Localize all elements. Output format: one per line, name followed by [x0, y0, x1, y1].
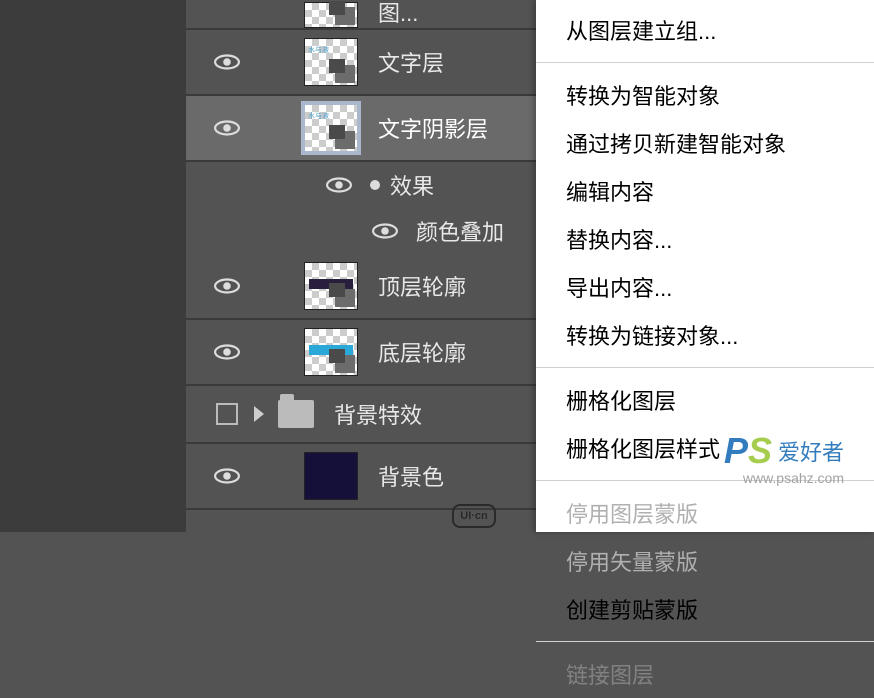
layer-row-bg-color[interactable]: 背景色	[186, 444, 536, 510]
menu-replace-contents[interactable]: 替换内容...	[536, 215, 874, 263]
menu-separator	[536, 62, 874, 63]
layer-row-text-shadow[interactable]: 水与液 文字阴影层	[186, 96, 536, 162]
eye-icon[interactable]	[372, 223, 398, 239]
layer-label: 图...	[378, 0, 418, 28]
layer-label: 背景特效	[334, 398, 422, 430]
layer-thumbnail[interactable]	[304, 262, 358, 310]
menu-new-smart-via-copy[interactable]: 通过拷贝新建智能对象	[536, 119, 874, 167]
menu-export-contents[interactable]: 导出内容...	[536, 263, 874, 311]
layer-label: 顶层轮廓	[378, 270, 466, 302]
watermark: PS 爱好者 www.psahz.com	[724, 430, 844, 472]
uicn-badge: UI·cn	[452, 504, 496, 528]
panel-gutter	[0, 0, 186, 532]
layer-thumbnail[interactable]	[304, 2, 358, 28]
layer-row-top-contour[interactable]: 顶层轮廓	[186, 254, 536, 320]
menu-convert-linked[interactable]: 转换为链接对象...	[536, 311, 874, 359]
layers-panel: 图... 水与液 文字层 水与液 文字阴影层 效果 颜色叠加	[0, 0, 874, 532]
visibility-toggle[interactable]	[206, 344, 248, 360]
fx-item-label: 颜色叠加	[416, 215, 504, 247]
layer-label: 文字阴影层	[378, 112, 488, 144]
layer-label: 背景色	[378, 460, 444, 492]
eye-icon	[214, 120, 240, 136]
visibility-toggle[interactable]	[206, 120, 248, 136]
menu-rasterize-layer[interactable]: 栅格化图层	[536, 376, 874, 424]
layer-label: 文字层	[378, 46, 444, 78]
layer-thumbnail[interactable]: 水与液	[304, 38, 358, 86]
eye-icon	[214, 344, 240, 360]
menu-convert-smart-object[interactable]: 转换为智能对象	[536, 71, 874, 119]
watermark-url: www.psahz.com	[743, 470, 844, 486]
menu-group-from-layers[interactable]: 从图层建立组...	[536, 6, 874, 54]
visibility-toggle[interactable]	[206, 403, 248, 425]
eye-icon	[214, 54, 240, 70]
layer-row-text[interactable]: 水与液 文字层	[186, 30, 536, 96]
watermark-text: 爱好者	[778, 435, 844, 467]
layer-thumbnail[interactable]	[304, 328, 358, 376]
layer-label: 底层轮廓	[378, 336, 466, 368]
menu-link-layers: 链接图层	[536, 650, 874, 698]
layer-row-cropped[interactable]: 图...	[186, 0, 536, 30]
visibility-empty-icon	[216, 403, 238, 425]
menu-disable-vector-mask: 停用矢量蒙版	[536, 537, 874, 585]
eye-icon[interactable]	[326, 177, 352, 193]
folder-icon	[278, 400, 314, 428]
layer-thumbnail[interactable]: 水与液	[304, 104, 358, 152]
menu-separator	[536, 641, 874, 642]
menu-separator	[536, 367, 874, 368]
layers-list: 图... 水与液 文字层 水与液 文字阴影层 效果 颜色叠加	[186, 0, 536, 510]
menu-edit-contents[interactable]: 编辑内容	[536, 167, 874, 215]
eye-icon	[214, 468, 240, 484]
layer-fx-color-overlay[interactable]: 颜色叠加	[186, 208, 536, 254]
layer-row-bottom-contour[interactable]: 底层轮廓	[186, 320, 536, 386]
menu-disable-layer-mask: 停用图层蒙版	[536, 489, 874, 537]
layer-thumbnail[interactable]	[304, 452, 358, 500]
fx-indicator-icon	[370, 180, 380, 190]
eye-icon	[214, 278, 240, 294]
visibility-toggle[interactable]	[206, 278, 248, 294]
fx-label: 效果	[390, 169, 434, 201]
menu-create-clipping-mask[interactable]: 创建剪贴蒙版	[536, 585, 874, 633]
watermark-logo: PS	[724, 430, 772, 472]
expand-arrow-icon[interactable]	[254, 406, 264, 422]
layer-fx-row[interactable]: 效果	[186, 162, 536, 208]
visibility-toggle[interactable]	[206, 468, 248, 484]
layer-row-bg-fx-group[interactable]: 背景特效	[186, 386, 536, 444]
visibility-toggle[interactable]	[206, 54, 248, 70]
